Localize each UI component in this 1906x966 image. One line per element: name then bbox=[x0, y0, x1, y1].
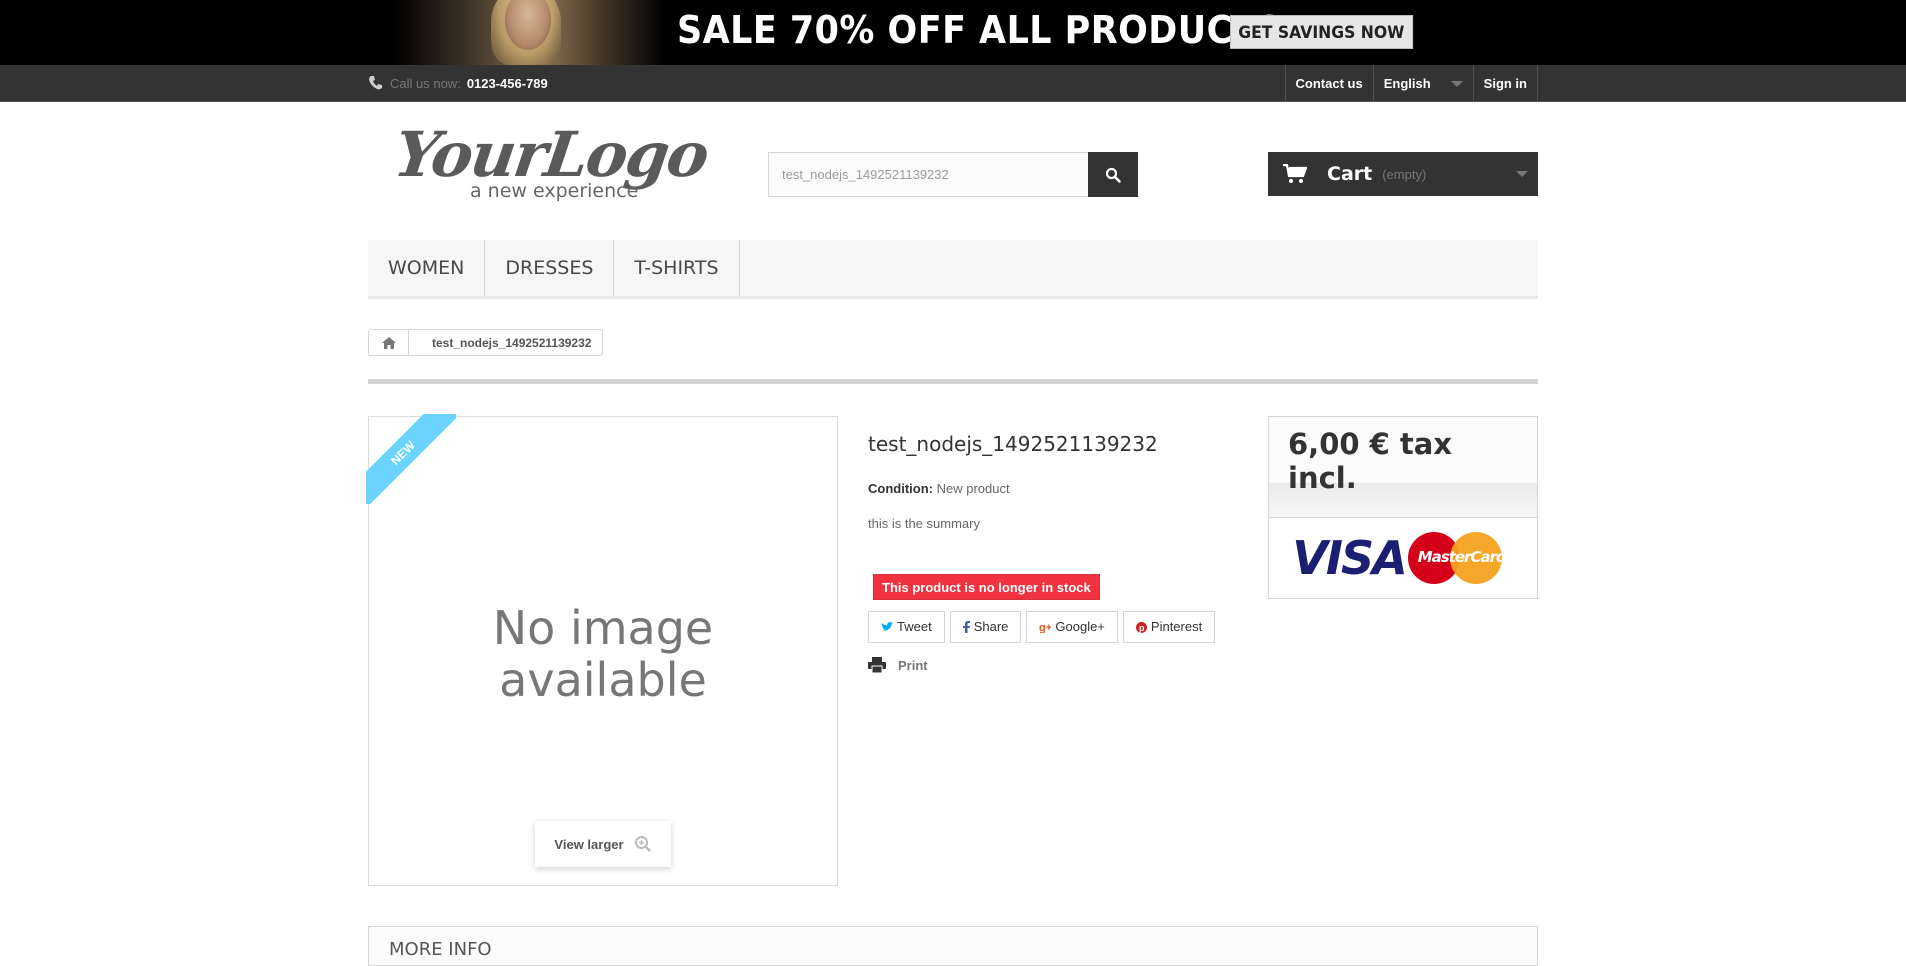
chevron-down-icon bbox=[1450, 80, 1463, 87]
phone-number: 0123-456-789 bbox=[466, 75, 548, 91]
facebook-share-button[interactable]: Share bbox=[949, 611, 1022, 643]
banner-cta-button[interactable]: GET SAVINGS NOW bbox=[1230, 15, 1413, 49]
new-badge: NEW bbox=[366, 414, 456, 504]
print-link[interactable]: Print bbox=[868, 657, 928, 673]
search-input[interactable]: test_nodejs_1492521139232 bbox=[768, 152, 1088, 197]
logo-sub-text: a new experience bbox=[470, 180, 639, 202]
breadcrumb-home[interactable] bbox=[369, 330, 409, 355]
more-info-heading: MORE INFO bbox=[389, 939, 492, 960]
view-larger-label: View larger bbox=[554, 836, 624, 852]
language-label: English bbox=[1383, 76, 1431, 91]
payment-logos: VISA MasterCard bbox=[1269, 518, 1537, 598]
pinterest-label: Pinterest bbox=[1150, 619, 1203, 634]
condition-label: Condition: bbox=[868, 481, 933, 496]
new-badge-label: NEW bbox=[366, 414, 456, 504]
pinterest-icon: p bbox=[1135, 621, 1147, 633]
visa-logo: VISA bbox=[1292, 531, 1407, 585]
breadcrumb: test_nodejs_1492521139232 bbox=[368, 329, 604, 356]
print-label: Print bbox=[898, 657, 928, 673]
main-menu: WOMEN DRESSES T-SHIRTS bbox=[368, 240, 1538, 299]
svg-text:g+: g+ bbox=[1039, 622, 1051, 633]
google-plus-button[interactable]: g+ Google+ bbox=[1026, 611, 1118, 643]
call-us: Call us now: 0123-456-789 bbox=[368, 75, 548, 91]
breadcrumb-current: test_nodejs_1492521139232 bbox=[432, 335, 592, 350]
zoom-icon bbox=[634, 836, 651, 852]
product-title: test_nodejs_1492521139232 bbox=[868, 432, 1158, 456]
tweet-label: Tweet bbox=[897, 619, 932, 634]
social-share-buttons: Tweet Share g+ Google+ p Pinterest bbox=[868, 611, 1216, 643]
cart-label: Cart bbox=[1327, 163, 1373, 185]
divider bbox=[368, 379, 1538, 384]
home-icon bbox=[381, 336, 396, 349]
banner-title: SALE 70% OFF ALL PRODUCTS bbox=[677, 8, 1283, 52]
google-plus-label: Google+ bbox=[1055, 619, 1105, 634]
mastercard-logo: MasterCard bbox=[1407, 532, 1514, 584]
call-label: Call us now: bbox=[390, 75, 461, 91]
twitter-icon bbox=[881, 622, 893, 631]
google-plus-icon: g+ bbox=[1039, 622, 1051, 633]
product-condition: Condition: New product bbox=[868, 481, 1248, 496]
menu-item-women[interactable]: WOMEN bbox=[368, 240, 486, 296]
no-image-text: No image available bbox=[492, 601, 714, 707]
phone-icon bbox=[369, 76, 382, 90]
stock-status-badge: This product is no longer in stock bbox=[873, 574, 1100, 600]
promo-banner[interactable]: SALE 70% OFF ALL PRODUCTS GET SAVINGS NO… bbox=[0, 0, 1906, 65]
search-icon bbox=[1105, 167, 1121, 183]
product-summary: this is the summary bbox=[868, 516, 980, 531]
cart-status: (empty) bbox=[1382, 166, 1427, 182]
banner-model-image bbox=[395, 0, 665, 65]
cart-icon bbox=[1283, 164, 1307, 183]
more-info-section: MORE INFO bbox=[368, 926, 1538, 966]
share-label: Share bbox=[973, 619, 1009, 634]
chevron-down-icon bbox=[1516, 171, 1528, 177]
product-image-box[interactable]: NEW No image available View larger bbox=[366, 414, 838, 886]
logo-main-text: YourLogo bbox=[389, 118, 712, 191]
language-selector[interactable]: English bbox=[1372, 65, 1473, 102]
svg-text:p: p bbox=[1139, 623, 1145, 633]
mastercard-label: MasterCard bbox=[1417, 548, 1507, 566]
facebook-icon bbox=[962, 621, 970, 633]
cart-button[interactable]: Cart (empty) bbox=[1268, 152, 1538, 196]
pinterest-button[interactable]: p Pinterest bbox=[1122, 611, 1216, 643]
site-logo[interactable]: YourLogo a new experience bbox=[390, 118, 712, 202]
product-price: 6,00 € tax incl. bbox=[1269, 417, 1537, 495]
contact-us-link[interactable]: Contact us bbox=[1284, 65, 1373, 102]
product-info: test_nodejs_1492521139232 Condition: New… bbox=[868, 432, 1248, 673]
search-form: test_nodejs_1492521139232 bbox=[768, 152, 1138, 197]
sign-in-link[interactable]: Sign in bbox=[1472, 65, 1538, 102]
price-box: 6,00 € tax incl. VISA MasterCard bbox=[1268, 416, 1538, 599]
condition-value: New product bbox=[936, 481, 1010, 496]
search-button[interactable] bbox=[1088, 152, 1138, 197]
menu-item-dresses[interactable]: DRESSES bbox=[485, 240, 615, 296]
top-bar: Call us now: 0123-456-789 Contact us Eng… bbox=[0, 65, 1906, 102]
menu-item-t-shirts[interactable]: T-SHIRTS bbox=[614, 240, 740, 296]
print-icon bbox=[868, 657, 886, 673]
tweet-button[interactable]: Tweet bbox=[868, 611, 945, 643]
view-larger-button[interactable]: View larger bbox=[535, 821, 671, 867]
